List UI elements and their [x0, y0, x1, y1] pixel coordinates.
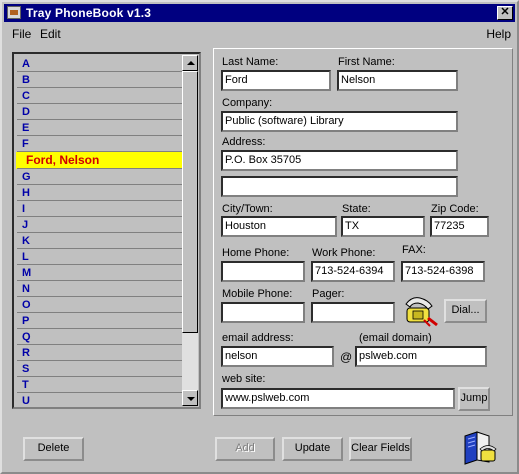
update-button[interactable]: Update [282, 437, 343, 461]
title-bar[interactable]: Tray PhoneBook v1.3 ✕ [4, 4, 515, 22]
update-button-label: Update [294, 442, 331, 454]
first-name-field[interactable]: Nelson [337, 70, 458, 91]
scroll-down-button[interactable] [182, 390, 198, 406]
state-label: State: [342, 203, 371, 215]
jump-button[interactable]: Jump [458, 387, 490, 411]
email-address-label: email address: [222, 332, 294, 344]
list-item[interactable]: H [16, 185, 182, 201]
web-site-field[interactable]: www.pslweb.com [221, 388, 455, 409]
list-item[interactable]: P [16, 313, 182, 329]
list-item[interactable]: D [16, 104, 182, 120]
list-item[interactable]: J [16, 217, 182, 233]
home-phone-field[interactable] [221, 261, 305, 282]
clear-fields-button[interactable]: Clear Fields [349, 437, 412, 461]
app-window: Tray PhoneBook v1.3 ✕ File Edit Help ABC… [0, 0, 519, 474]
list-item[interactable]: C [16, 88, 182, 104]
list-item[interactable]: G [16, 169, 182, 185]
menu-help[interactable]: Help [486, 27, 511, 41]
scroll-thumb[interactable] [182, 71, 198, 333]
web-site-label: web site: [222, 373, 266, 385]
menu-edit[interactable]: Edit [40, 27, 61, 41]
list-item[interactable]: K [16, 233, 182, 249]
app-icon [7, 6, 21, 19]
arrow-down-icon [187, 397, 195, 401]
last-name-field[interactable]: Ford [221, 70, 331, 91]
list-item[interactable]: F [16, 136, 182, 152]
pager-field[interactable] [311, 302, 395, 323]
list-item[interactable]: E [16, 120, 182, 136]
add-button[interactable]: Add [215, 437, 275, 461]
menu-bar: File Edit Help [4, 24, 515, 42]
phone-icon[interactable] [404, 294, 440, 328]
window-title: Tray PhoneBook v1.3 [26, 6, 152, 20]
state-field[interactable]: TX [341, 216, 425, 237]
list-item[interactable]: Q [16, 329, 182, 345]
phonebook-icon [461, 430, 499, 466]
add-button-label: Add [235, 442, 255, 454]
list-item-selected[interactable]: Ford, Nelson [16, 152, 182, 169]
list-item[interactable]: B [16, 72, 182, 88]
company-field[interactable]: Public (software) Library [221, 111, 458, 132]
close-button[interactable]: ✕ [497, 6, 513, 20]
list-item[interactable]: I [16, 201, 182, 217]
last-name-label: Last Name: [222, 56, 279, 68]
contact-list[interactable]: A B C D E F Ford, Nelson G H I J K L M N O P Q R S T U [12, 52, 201, 409]
list-item[interactable]: R [16, 345, 182, 361]
arrow-up-icon [187, 61, 195, 65]
zip-field[interactable]: 77235 [430, 216, 489, 237]
address-label: Address: [222, 136, 266, 148]
home-phone-label: Home Phone: [222, 247, 290, 259]
work-phone-label: Work Phone: [312, 247, 376, 259]
work-phone-field[interactable]: 713-524-6394 [311, 261, 395, 282]
list-item[interactable]: N [16, 281, 182, 297]
list-item[interactable]: L [16, 249, 182, 265]
contact-list-items: A B C D E F Ford, Nelson G H I J K L M N O P Q R S T U [16, 56, 182, 405]
list-scrollbar[interactable] [182, 55, 198, 406]
first-name-label: First Name: [338, 56, 395, 68]
email-address-field[interactable]: nelson [221, 346, 334, 367]
company-label: Company: [222, 97, 273, 109]
list-item[interactable]: T [16, 377, 182, 393]
list-item[interactable]: S [16, 361, 182, 377]
list-item[interactable]: M [16, 265, 182, 281]
address-line1-field[interactable]: P.O. Box 35705 [221, 150, 458, 171]
list-item[interactable]: A [16, 56, 182, 72]
address-line2-field[interactable] [221, 176, 458, 197]
city-field[interactable]: Houston [221, 216, 337, 237]
dial-button[interactable]: Dial... [444, 299, 487, 323]
clear-fields-button-label: Clear Fields [351, 442, 410, 454]
mobile-phone-label: Mobile Phone: [222, 288, 293, 300]
scroll-up-button[interactable] [182, 55, 198, 71]
fax-field[interactable]: 713-524-6398 [401, 261, 485, 282]
mobile-phone-field[interactable] [221, 302, 305, 323]
fax-label: FAX: [402, 244, 426, 256]
email-domain-label: (email domain) [359, 332, 432, 344]
email-at-sign: @ [340, 350, 353, 364]
pager-label: Pager: [312, 288, 345, 300]
menu-file[interactable]: File [12, 27, 31, 41]
city-label: City/Town: [222, 203, 273, 215]
email-domain-field[interactable]: pslweb.com [355, 346, 487, 367]
delete-button[interactable]: Delete [23, 437, 84, 461]
delete-button-label: Delete [37, 442, 70, 454]
list-item[interactable]: O [16, 297, 182, 313]
list-item[interactable]: U [16, 393, 182, 405]
zip-label: Zip Code: [431, 203, 479, 215]
